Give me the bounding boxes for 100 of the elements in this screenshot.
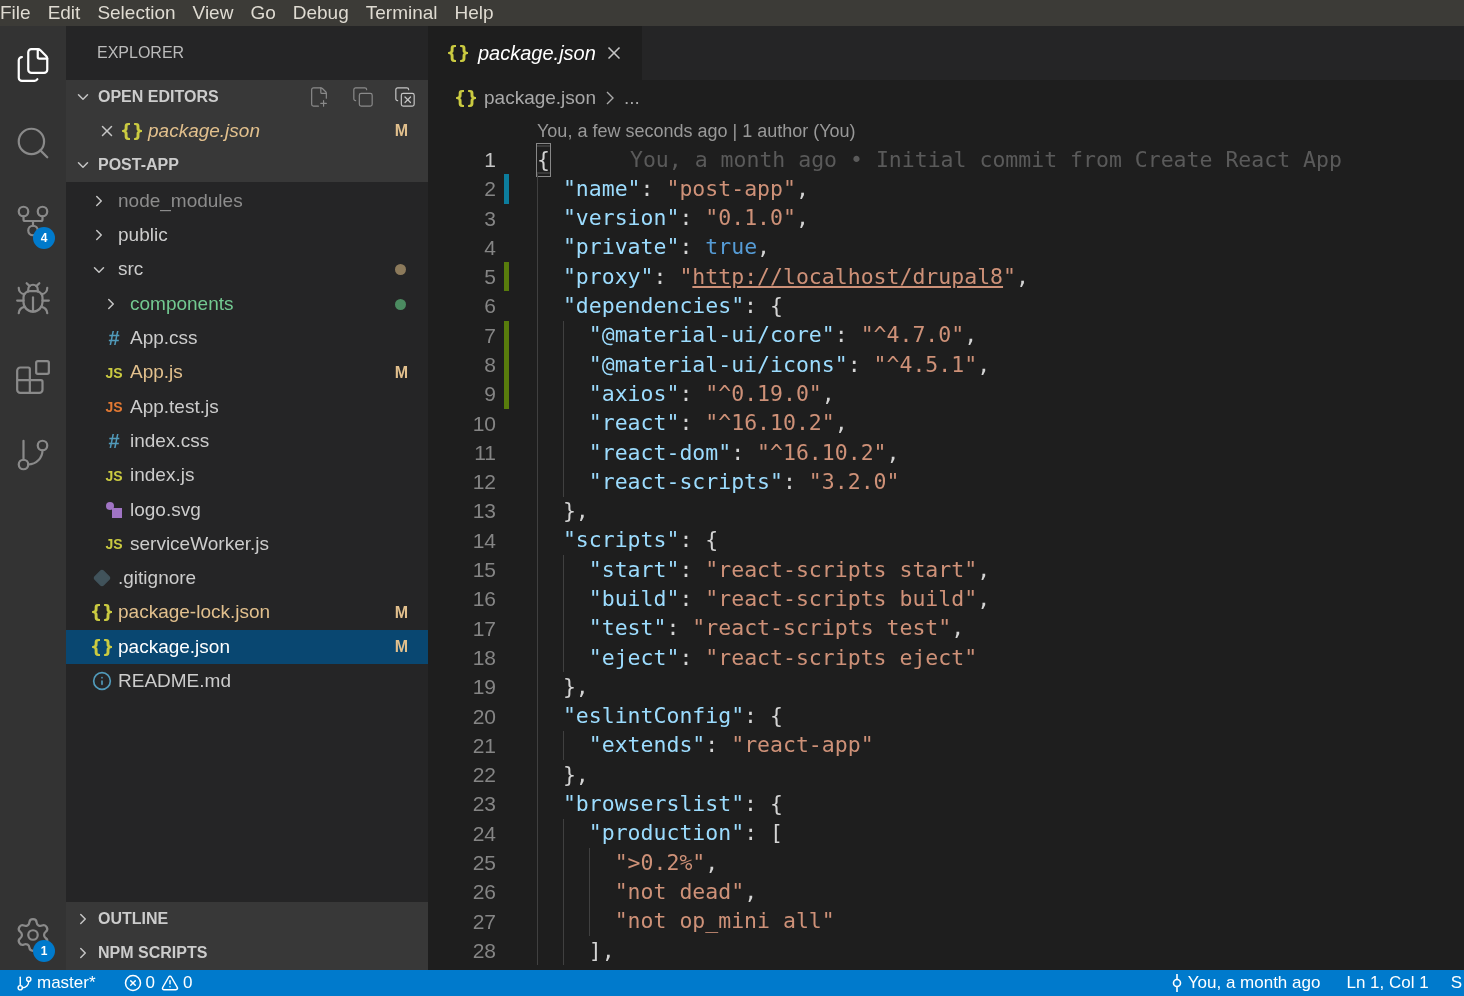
line-number: 27 [471,908,496,935]
error-icon [123,974,142,992]
tree-item[interactable]: node_modules [66,184,428,219]
panel-title: EXPLORER [97,43,185,63]
section-header[interactable]: POST-APP [66,148,428,182]
code-line: ">0.2%", [614,848,719,877]
line-number: 20 [471,703,496,730]
line-number: 28 [471,937,496,964]
error-count[interactable]: 0 [145,970,156,996]
line-number: 18 [471,644,496,671]
line-number: 25 [471,850,496,877]
line-number: 1 [483,146,496,173]
editor-tab[interactable]: {} package.json [428,26,642,80]
line-number: 5 [483,264,496,291]
hash-icon: # [108,328,120,349]
file-name: public [118,223,168,248]
copy-icon[interactable] [352,86,374,108]
section-title: POST-APP [98,155,179,175]
menu-item[interactable]: Debug [292,0,349,28]
close-all-icon[interactable] [394,86,416,108]
section-header[interactable]: OUTLINE [66,902,428,936]
menu-item[interactable]: View [192,0,234,28]
tree-item[interactable]: # App.css [66,321,428,356]
tree-item[interactable]: src [66,252,428,287]
line-number: 22 [471,762,496,789]
file-name: logo.svg [130,497,201,522]
activity-button[interactable]: 4 [0,182,66,260]
tree-item[interactable]: README.md [66,664,428,699]
inline-blame: You, a month ago • Initial commit from Create React App [629,145,1342,174]
file-name: node_modules [118,188,243,214]
tree-item[interactable]: JS App.js M [66,355,428,390]
tree-item[interactable]: logo.svg [66,492,428,527]
line-number: 4 [483,234,496,261]
tree-item[interactable]: public [66,218,428,253]
branch-name[interactable]: master* [37,970,96,996]
line-number: 9 [483,381,496,408]
section-title: OUTLINE [98,909,169,929]
braces-icon: {} [119,122,145,140]
tree-item[interactable]: {} package-lock.json M [66,595,428,630]
line-number: 26 [471,879,496,906]
code-line: "production": [ [588,819,783,848]
open-editor-item[interactable]: {} package.json M [66,114,428,148]
diamond-icon [93,569,111,588]
tree-item[interactable]: .gitignore [66,561,428,596]
code-line: "browserslist": { [562,790,783,819]
line-number: 6 [483,293,496,320]
code-line: }, [562,672,589,701]
git-status-letter: M [394,602,408,623]
line-number: 12 [471,469,496,496]
info-icon [92,671,112,692]
menu-item[interactable]: Go [250,0,276,28]
status-item[interactable]: S [1450,970,1462,996]
line-number: 21 [471,732,496,759]
status-blame[interactable]: You, a month ago [1187,970,1321,996]
code-line: { [537,145,550,175]
tree-item[interactable]: JS App.test.js [66,389,428,425]
breadcrumb-item[interactable]: package.json [484,83,596,113]
menu-item[interactable]: Selection [97,0,176,28]
file-name: package-lock.json [118,600,271,625]
blame-header[interactable]: You, a few seconds ago | 1 author (You) [537,118,856,145]
branch-icon [16,974,33,992]
code-line: "not op_mini all" [614,907,835,936]
tree-item[interactable]: {} package.json M [66,629,428,665]
file-name: src [118,257,144,282]
tree-item[interactable]: JS serviceWorker.js [66,526,428,562]
new-file-icon[interactable] [308,86,330,108]
tree-item[interactable]: components [66,286,428,322]
breadcrumb-item[interactable]: ... [623,83,640,113]
file-name: serviceWorker.js [130,531,269,556]
line-number: 2 [483,176,496,203]
file-name: components [130,291,234,316]
menu-item[interactable]: Edit [47,0,81,28]
settings-button[interactable]: 1 [0,900,66,970]
git-status-letter: M [394,362,408,383]
line-number: 7 [483,322,496,349]
count-badge: 1 [33,940,55,962]
chevron-right-icon [605,91,614,105]
cursor-position[interactable]: Ln 1, Col 1 [1346,970,1429,996]
section-title: NPM SCRIPTS [98,943,208,963]
line-number: 16 [471,586,496,613]
code-line: "dependencies": { [562,292,783,320]
braces-icon: {} [89,638,115,656]
git-status-letter: M [394,637,408,657]
line-number: 8 [483,352,496,378]
code-line: "private": true, [562,233,771,262]
menu-item[interactable]: Terminal [365,0,438,28]
tree-item[interactable]: JS index.js [66,458,428,493]
menu-item[interactable]: Help [454,0,494,28]
menu-item[interactable]: File [0,0,31,28]
braces-icon: {} [445,44,471,62]
code-line: }, [562,760,589,789]
code-line: "name": "post-app", [562,174,809,203]
warning-count[interactable]: 0 [183,970,193,996]
code-line: "eslintConfig": { [562,702,783,731]
section-header[interactable]: NPM SCRIPTS [66,936,428,970]
line-number: 23 [471,791,496,818]
tree-item[interactable]: # index.css [66,424,428,459]
section-header[interactable]: OPEN EDITORS [66,80,428,114]
tab-label: package.json [478,41,596,66]
commit-icon [1171,974,1182,992]
